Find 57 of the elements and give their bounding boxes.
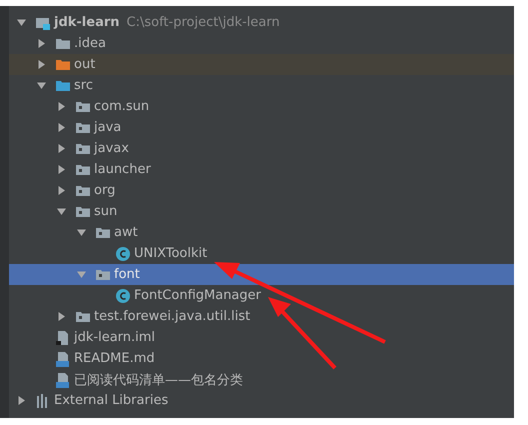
item-name: UNIXToolkit <box>134 246 208 261</box>
item-name: awt <box>114 225 138 240</box>
collapsed-arrow-icon[interactable] <box>17 396 26 405</box>
tree-row[interactable]: jdk-learn C:\soft-project\jdk-learn <box>9 12 514 33</box>
markdown-file-icon <box>55 350 71 366</box>
tree-row[interactable]: .idea <box>9 33 514 54</box>
tree-row[interactable]: README.md <box>9 348 514 369</box>
expanded-arrow-icon[interactable] <box>37 81 46 90</box>
class-icon <box>115 288 131 304</box>
tree-row[interactable]: org <box>9 180 514 201</box>
selected-tree-row[interactable]: font <box>9 264 514 285</box>
markdown-file-icon <box>55 372 71 388</box>
item-name: sun <box>94 204 118 219</box>
item-name: launcher <box>94 162 151 177</box>
item-name: External Libraries <box>54 393 168 408</box>
tree-row[interactable]: awt <box>9 222 514 243</box>
item-name: README.md <box>74 351 155 366</box>
tree-row[interactable]: src <box>9 75 514 96</box>
item-name: java <box>94 120 122 135</box>
collapsed-arrow-icon[interactable] <box>57 312 66 321</box>
class-icon <box>115 246 131 262</box>
tree-row[interactable]: jdk-learn.iml <box>9 327 514 348</box>
tree-row[interactable]: FontConfigManager <box>9 285 514 306</box>
tree-row[interactable]: out <box>9 54 514 75</box>
item-name: font <box>114 267 140 282</box>
collapsed-arrow-icon[interactable] <box>57 186 66 195</box>
item-name: out <box>74 57 96 72</box>
tree-row[interactable]: sun <box>9 201 514 222</box>
tree-row[interactable]: External Libraries <box>9 390 514 411</box>
tree-row[interactable]: launcher <box>9 159 514 180</box>
item-name: jdk-learn <box>54 15 120 30</box>
item-name: com.sun <box>94 99 150 114</box>
tree-row[interactable]: java <box>9 117 514 138</box>
item-path: C:\soft-project\jdk-learn <box>126 15 280 30</box>
collapsed-arrow-icon[interactable] <box>57 144 66 153</box>
collapsed-arrow-icon[interactable] <box>57 123 66 132</box>
item-name: javax <box>94 141 129 156</box>
tree-row[interactable]: com.sun <box>9 96 514 117</box>
expanded-arrow-icon[interactable] <box>17 18 26 27</box>
item-name: test.forewei.java.util.list <box>94 309 250 324</box>
tree-row[interactable]: 已阅读代码清单——包名分类 <box>9 369 514 390</box>
tree-row[interactable]: test.forewei.java.util.list <box>9 306 514 327</box>
collapsed-arrow-icon[interactable] <box>37 39 46 48</box>
collapsed-arrow-icon[interactable] <box>57 102 66 111</box>
item-name: 已阅读代码清单——包名分类 <box>74 372 243 388</box>
item-name: org <box>94 183 116 198</box>
item-name: FontConfigManager <box>134 288 261 303</box>
item-name: src <box>74 78 93 93</box>
collapsed-arrow-icon[interactable] <box>37 60 46 69</box>
expanded-arrow-icon[interactable] <box>77 228 86 237</box>
file-icon <box>55 330 71 346</box>
item-name: jdk-learn.iml <box>74 330 156 345</box>
item-name: .idea <box>74 36 106 51</box>
collapsed-arrow-icon[interactable] <box>57 165 66 174</box>
tree-row[interactable]: UNIXToolkit <box>9 243 514 264</box>
tree-row[interactable]: javax <box>9 138 514 159</box>
expanded-arrow-icon[interactable] <box>57 207 66 216</box>
